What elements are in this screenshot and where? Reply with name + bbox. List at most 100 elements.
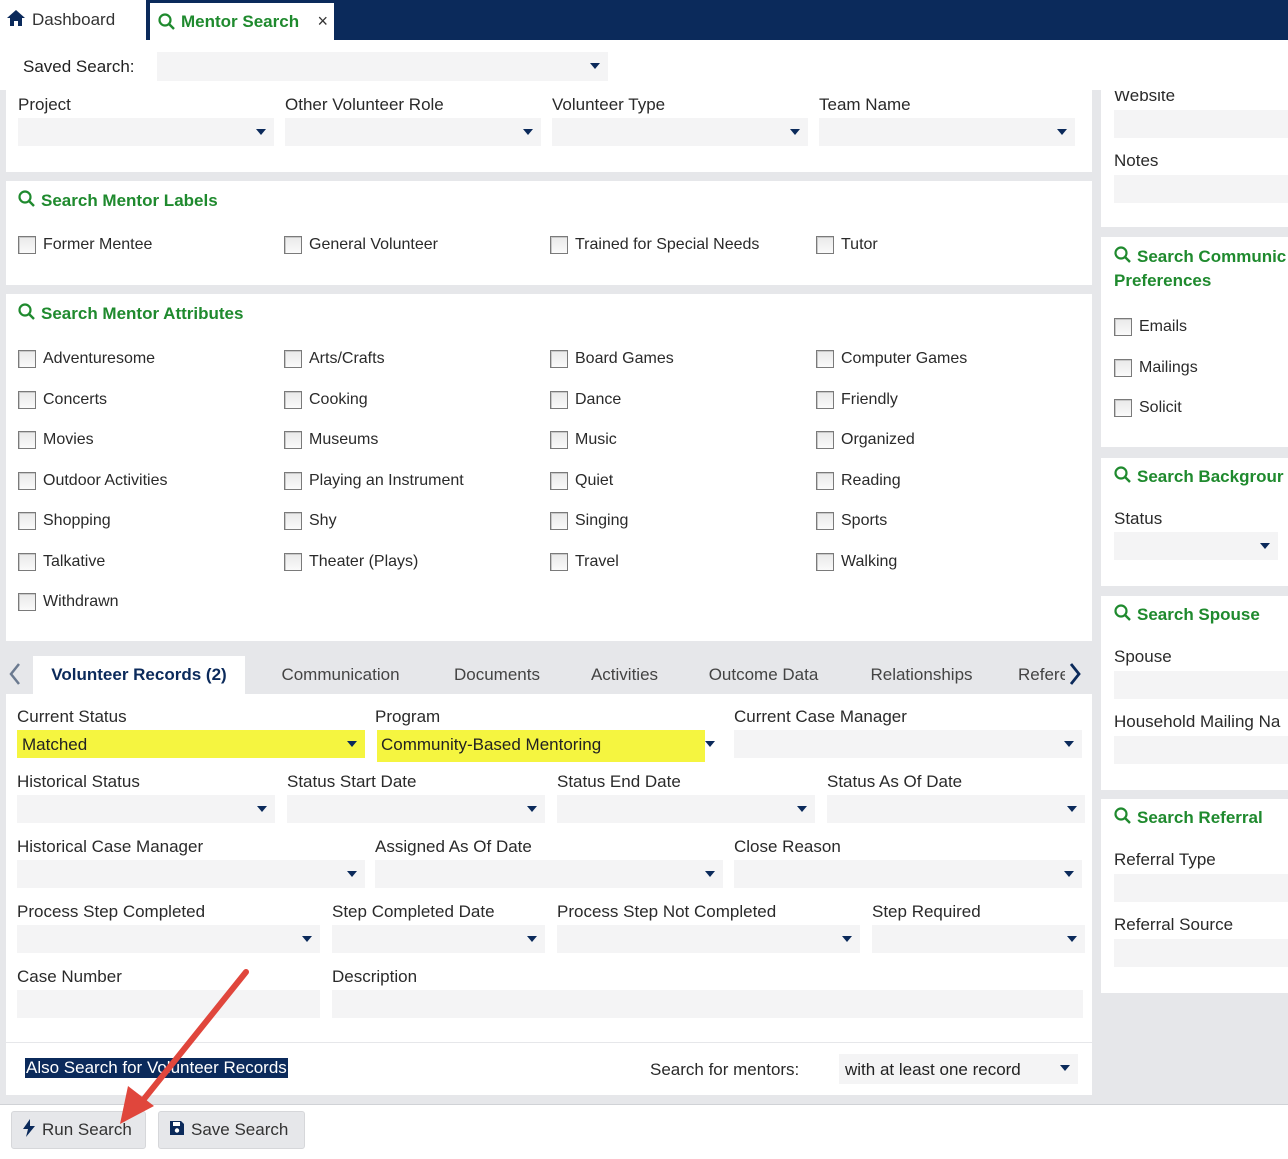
program-select[interactable]: Community-Based Mentoring [375, 730, 723, 762]
tab-mentor-search[interactable]: Mentor Search × [150, 3, 334, 40]
close-reason-select[interactable] [734, 860, 1082, 888]
attribute-checkbox-quiet[interactable]: Quiet [550, 471, 613, 490]
checkbox-icon[interactable] [816, 512, 834, 530]
tab-relationships[interactable]: Relationships [852, 656, 991, 694]
checkbox-icon[interactable] [550, 552, 568, 571]
checkbox-icon[interactable] [284, 552, 302, 571]
attribute-checkbox-board-games[interactable]: Board Games [550, 350, 674, 368]
attribute-checkbox-withdrawn[interactable]: Withdrawn [18, 593, 119, 611]
checkbox-icon[interactable] [816, 236, 834, 254]
referral-type-input[interactable] [1114, 874, 1288, 902]
checkbox-icon[interactable] [284, 471, 302, 490]
attribute-checkbox-cooking[interactable]: Cooking [284, 390, 368, 409]
comm-checkbox-emails[interactable]: Emails [1114, 318, 1187, 336]
attribute-checkbox-movies[interactable]: Movies [18, 431, 94, 449]
attribute-checkbox-playing-an-instrument[interactable]: Playing an Instrument [284, 471, 464, 490]
status-end-date-select[interactable] [557, 795, 815, 823]
attribute-checkbox-outdoor-activities[interactable]: Outdoor Activities [18, 471, 168, 490]
checkbox-icon[interactable] [550, 431, 568, 449]
spouse-input[interactable] [1114, 671, 1288, 699]
tab-documents[interactable]: Documents [433, 656, 561, 694]
checkbox-icon[interactable] [816, 552, 834, 571]
assigned-as-of-date-select[interactable] [375, 860, 723, 888]
other-role-select[interactable] [285, 118, 541, 146]
also-search-toggle[interactable]: Also Search for Volunteer Records [25, 1058, 288, 1078]
current-status-select[interactable]: Matched [17, 730, 365, 758]
checkbox-icon[interactable] [284, 390, 302, 409]
process-step-completed-select[interactable] [17, 925, 320, 953]
checkbox-icon[interactable] [284, 236, 302, 254]
checkbox-icon[interactable] [284, 431, 302, 449]
checkbox-icon[interactable] [1114, 399, 1132, 417]
tab-dashboard[interactable]: Dashboard [0, 0, 146, 40]
referral-source-input[interactable] [1114, 939, 1288, 967]
comm-checkbox-solicit[interactable]: Solicit [1114, 399, 1182, 417]
tab-outcome-data[interactable]: Outcome Data [688, 656, 839, 694]
label-checkbox-general-volunteer[interactable]: General Volunteer [284, 236, 438, 254]
attribute-checkbox-singing[interactable]: Singing [550, 512, 628, 530]
attribute-checkbox-dance[interactable]: Dance [550, 390, 621, 409]
checkbox-icon[interactable] [18, 552, 36, 571]
status-start-date-select[interactable] [287, 795, 545, 823]
attribute-checkbox-organized[interactable]: Organized [816, 431, 915, 449]
checkbox-icon[interactable] [1114, 358, 1132, 377]
website-input[interactable] [1114, 110, 1288, 138]
checkbox-icon[interactable] [550, 350, 568, 368]
attribute-checkbox-walking[interactable]: Walking [816, 552, 897, 571]
attribute-checkbox-adventuresome[interactable]: Adventuresome [18, 350, 155, 368]
attribute-checkbox-theater-plays[interactable]: Theater (Plays) [284, 552, 418, 571]
checkbox-icon[interactable] [18, 390, 36, 409]
attribute-checkbox-friendly[interactable]: Friendly [816, 390, 898, 409]
checkbox-icon[interactable] [284, 512, 302, 530]
attribute-checkbox-talkative[interactable]: Talkative [18, 552, 105, 571]
comm-checkbox-mailings[interactable]: Mailings [1114, 358, 1198, 377]
historical-case-manager-select[interactable] [17, 860, 365, 888]
notes-input[interactable] [1114, 175, 1288, 203]
checkbox-icon[interactable] [550, 236, 568, 254]
checkbox-icon[interactable] [18, 593, 36, 611]
current-case-manager-select[interactable] [734, 730, 1082, 758]
household-mailing-input[interactable] [1114, 736, 1288, 764]
attribute-checkbox-reading[interactable]: Reading [816, 471, 901, 490]
case-number-input[interactable] [17, 990, 320, 1018]
attribute-checkbox-shy[interactable]: Shy [284, 512, 337, 530]
attribute-checkbox-museums[interactable]: Museums [284, 431, 378, 449]
step-completed-date-select[interactable] [332, 925, 545, 953]
checkbox-icon[interactable] [816, 350, 834, 368]
description-input[interactable] [332, 990, 1083, 1018]
attribute-checkbox-travel[interactable]: Travel [550, 552, 619, 571]
checkbox-icon[interactable] [18, 471, 36, 490]
label-checkbox-trained-for-special-needs[interactable]: Trained for Special Needs [550, 236, 759, 254]
background-status-select[interactable] [1114, 532, 1278, 560]
team-name-select[interactable] [819, 118, 1075, 146]
save-search-button[interactable]: Save Search [158, 1111, 305, 1149]
checkbox-icon[interactable] [284, 350, 302, 368]
checkbox-icon[interactable] [550, 471, 568, 490]
tab-referrals[interactable]: Refere [1003, 656, 1065, 694]
status-as-of-date-select[interactable] [827, 795, 1085, 823]
checkbox-icon[interactable] [550, 390, 568, 409]
saved-search-select[interactable] [157, 52, 608, 81]
volunteer-type-select[interactable] [552, 118, 808, 146]
process-step-not-completed-select[interactable] [557, 925, 860, 953]
checkbox-icon[interactable] [18, 512, 36, 530]
checkbox-icon[interactable] [1114, 318, 1132, 336]
attribute-checkbox-concerts[interactable]: Concerts [18, 390, 107, 409]
search-for-mentors-select[interactable]: with at least one record [839, 1054, 1078, 1084]
close-icon[interactable]: × [317, 11, 328, 32]
attribute-checkbox-computer-games[interactable]: Computer Games [816, 350, 967, 368]
attribute-checkbox-sports[interactable]: Sports [816, 512, 887, 530]
checkbox-icon[interactable] [18, 236, 36, 254]
tab-communication[interactable]: Communication [259, 656, 422, 694]
tab-volunteer-records[interactable]: Volunteer Records (2) [33, 656, 245, 694]
historical-status-select[interactable] [17, 795, 275, 823]
checkbox-icon[interactable] [816, 431, 834, 449]
checkbox-icon[interactable] [18, 350, 36, 368]
label-checkbox-former-mentee[interactable]: Former Mentee [18, 236, 152, 254]
step-required-select[interactable] [872, 925, 1085, 953]
checkbox-icon[interactable] [816, 390, 834, 409]
label-checkbox-tutor[interactable]: Tutor [816, 236, 878, 254]
checkbox-icon[interactable] [550, 512, 568, 530]
tab-activities[interactable]: Activities [573, 656, 676, 694]
attribute-checkbox-arts-crafts[interactable]: Arts/Crafts [284, 350, 385, 368]
